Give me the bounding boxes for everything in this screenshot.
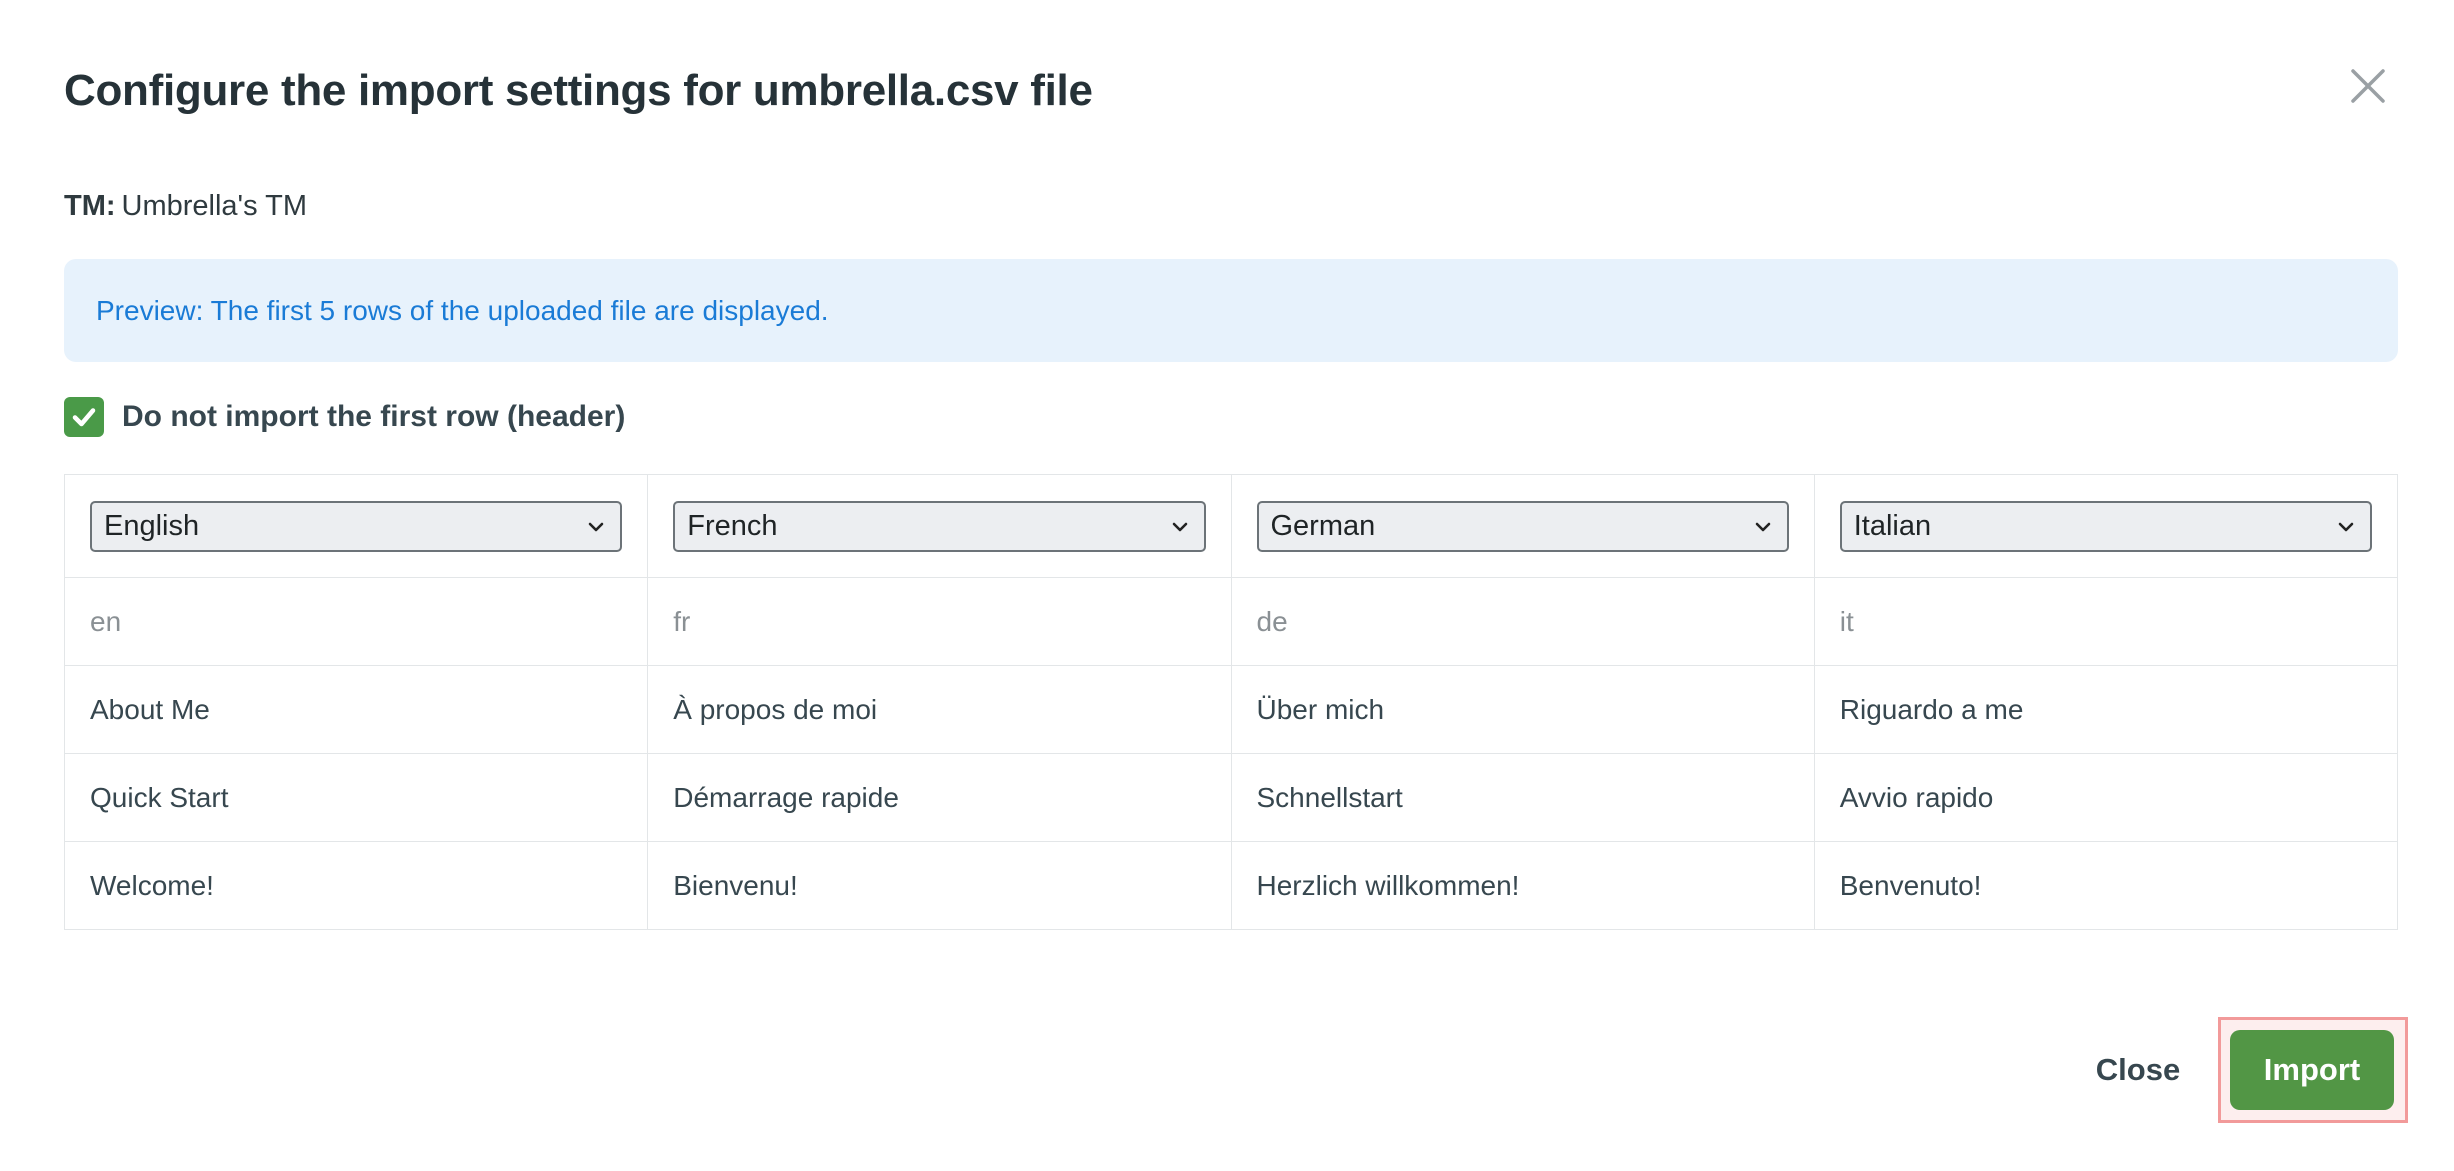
table-cell: Démarrage rapide — [647, 753, 1232, 842]
language-select-value: German — [1270, 509, 1376, 542]
table-cell: Über mich — [1230, 665, 1815, 754]
table-cell: À propos de moi — [647, 665, 1232, 754]
import-button[interactable]: Import — [2230, 1030, 2394, 1110]
table-row: About Me À propos de moi Über mich Rigua… — [63, 665, 2399, 754]
table-cell: en — [63, 577, 649, 666]
preview-notice: Preview: The first 5 rows of the uploade… — [64, 259, 2398, 362]
table-cell: About Me — [63, 665, 649, 754]
table-cell: Schnellstart — [1230, 753, 1815, 842]
table-cell: Quick Start — [63, 753, 649, 842]
close-button[interactable]: Close — [2082, 1040, 2194, 1100]
table-cell: Benvenuto! — [1813, 841, 2399, 930]
table-cell: Avvio rapido — [1813, 753, 2399, 842]
tm-label: TM: — [64, 190, 116, 222]
column-header: Italian — [1813, 474, 2399, 578]
preview-table: English French German Italian en fr de i… — [63, 474, 2399, 930]
tm-value: Umbrella's TM — [121, 190, 308, 222]
table-row: Welcome! Bienvenu! Herzlich willkommen! … — [63, 841, 2399, 930]
table-row: Quick Start Démarrage rapide Schnellstar… — [63, 753, 2399, 842]
table-cell: Riguardo a me — [1813, 665, 2399, 754]
table-cell: de — [1230, 577, 1815, 666]
import-settings-dialog: Configure the import settings for umbrel… — [0, 0, 2454, 1171]
chevron-down-icon — [588, 522, 604, 531]
close-icon[interactable] — [2348, 66, 2388, 106]
column-header: English — [63, 474, 649, 578]
chevron-down-icon — [1755, 522, 1771, 531]
language-select-1[interactable]: English — [90, 500, 623, 552]
dialog-title: Configure the import settings for umbrel… — [64, 66, 1093, 115]
table-cell: Herzlich willkommen! — [1230, 841, 1815, 930]
language-select-row: English French German Italian — [63, 474, 2399, 578]
tm-info: TM: Umbrella's TM — [64, 190, 307, 223]
table-row: en fr de it — [63, 577, 2399, 666]
skip-header-label: Do not import the first row (header) — [122, 400, 626, 433]
language-select-value: French — [687, 509, 778, 542]
skip-header-checkbox[interactable] — [64, 397, 104, 437]
table-cell: it — [1813, 577, 2399, 666]
chevron-down-icon — [1172, 522, 1187, 531]
column-header: German — [1230, 474, 1815, 578]
chevron-down-icon — [2338, 522, 2354, 531]
table-cell: Bienvenu! — [647, 841, 1232, 930]
checkmark-icon — [72, 408, 96, 427]
skip-header-option[interactable]: Do not import the first row (header) — [64, 397, 625, 437]
table-cell: Welcome! — [63, 841, 649, 930]
language-select-4[interactable]: Italian — [1839, 500, 2372, 552]
table-cell: fr — [647, 577, 1232, 666]
language-select-2[interactable]: French — [673, 500, 1206, 552]
language-select-value: Italian — [1853, 509, 1932, 542]
language-select-value: English — [104, 509, 200, 542]
language-select-3[interactable]: German — [1256, 500, 1789, 552]
preview-notice-text: Preview: The first 5 rows of the uploade… — [96, 294, 829, 326]
column-header: French — [647, 474, 1232, 578]
